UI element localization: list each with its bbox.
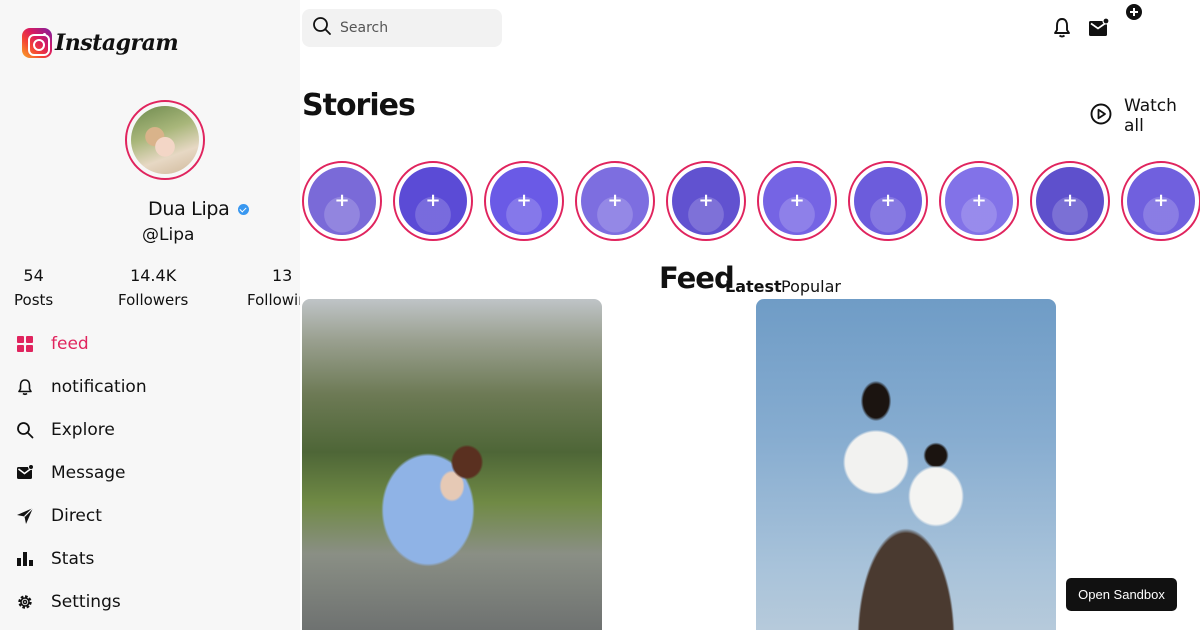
story-thumbnail: + — [672, 167, 740, 235]
story-thumbnail: + — [490, 167, 558, 235]
sidebar-item-label: notification — [51, 376, 147, 397]
stat-label: Posts — [14, 291, 54, 309]
instagram-icon — [22, 28, 52, 58]
search-bar[interactable] — [302, 9, 502, 47]
open-sandbox-button[interactable]: Open Sandbox — [1066, 578, 1177, 611]
profile-name: Dua Lipa — [148, 198, 230, 220]
profile-avatar[interactable] — [125, 100, 205, 180]
sidebar-item-explore[interactable]: Explore — [16, 408, 147, 451]
verified-badge-icon — [237, 203, 249, 215]
story-thumbnail: + — [308, 167, 376, 235]
search-input[interactable] — [340, 20, 490, 36]
mail-icon — [1088, 17, 1110, 43]
bell-icon — [16, 378, 34, 396]
bar-chart-icon — [16, 550, 34, 568]
story-thumbnail: + — [581, 167, 649, 235]
profile-name-row: Dua Lipa — [148, 198, 249, 220]
plus-circle-icon — [1125, 4, 1143, 25]
story-thumbnail: + — [1036, 167, 1104, 235]
sidebar-item-label: Explore — [51, 419, 115, 440]
add-story-icon: + — [516, 190, 532, 211]
story-item[interactable]: + — [302, 161, 382, 241]
sidebar-item-notification[interactable]: notification — [16, 365, 147, 408]
sidebar-item-label: Settings — [51, 591, 121, 612]
play-circle-icon — [1090, 103, 1112, 130]
story-item[interactable]: + — [939, 161, 1019, 241]
send-icon — [16, 507, 34, 525]
sidebar-item-label: Message — [51, 462, 126, 483]
story-thumbnail: + — [1127, 167, 1195, 235]
feed-title: Feed — [659, 261, 735, 295]
stat-label: Followers — [118, 291, 189, 309]
grid-icon — [16, 335, 34, 353]
sidebar-item-feed[interactable]: feed — [16, 322, 147, 365]
add-story-icon: + — [425, 190, 441, 211]
add-story-icon: + — [789, 190, 805, 211]
stories-title: Stories — [302, 88, 416, 123]
add-story-icon: + — [1062, 190, 1078, 211]
avatar-image — [131, 106, 199, 174]
search-icon — [312, 16, 332, 40]
watch-all-label: Watch all — [1124, 96, 1177, 136]
story-thumbnail: + — [945, 167, 1013, 235]
story-thumbnail: + — [763, 167, 831, 235]
story-item[interactable]: + — [484, 161, 564, 241]
bell-icon — [1052, 18, 1072, 43]
tab-popular[interactable]: Popular — [781, 277, 841, 296]
stories-row: + + + + + + + + + + — [302, 161, 1200, 241]
stat-value: 13 — [271, 266, 293, 285]
story-item[interactable]: + — [666, 161, 746, 241]
gear-icon — [16, 593, 34, 611]
sidebar-item-label: feed — [51, 333, 89, 354]
instagram-logo[interactable]: Instagram — [22, 28, 179, 58]
story-item[interactable]: + — [393, 161, 473, 241]
sidebar-item-label: Stats — [51, 548, 95, 569]
sidebar-item-direct[interactable]: Direct — [16, 494, 147, 537]
story-item[interactable]: + — [1030, 161, 1110, 241]
add-story-icon: + — [1153, 190, 1169, 211]
watch-all-button[interactable]: Watch all — [1090, 96, 1200, 136]
sidebar-item-more[interactable] — [16, 623, 147, 630]
document-icon — [16, 623, 34, 630]
stat-value: 54 — [23, 266, 44, 285]
add-story-icon: + — [607, 190, 623, 211]
logo-text: Instagram — [55, 30, 179, 56]
tab-latest[interactable]: Latest — [725, 277, 782, 296]
story-thumbnail: + — [399, 167, 467, 235]
add-story-icon: + — [334, 190, 350, 211]
feed-post[interactable] — [302, 299, 602, 630]
add-story-icon: + — [698, 190, 714, 211]
feed-post[interactable] — [756, 299, 1056, 630]
sidebar-item-settings[interactable]: Settings — [16, 580, 147, 623]
stat-label: Following — [247, 291, 300, 309]
create-post-button[interactable] — [1125, 3, 1143, 25]
sidebar-item-stats[interactable]: Stats — [16, 537, 147, 580]
stat-posts[interactable]: 54 Posts — [14, 266, 53, 309]
stat-following[interactable]: 13 Following — [247, 266, 300, 309]
search-icon — [16, 421, 34, 439]
sidebar: Instagram Dua Lipa @Lipa 54 Posts 14.4K … — [0, 0, 300, 630]
story-item[interactable]: + — [848, 161, 928, 241]
sidebar-item-message[interactable]: Message — [16, 451, 147, 494]
add-story-icon: + — [880, 190, 896, 211]
story-thumbnail: + — [854, 167, 922, 235]
notifications-button[interactable] — [1052, 17, 1072, 43]
sidebar-item-label: Direct — [51, 505, 102, 526]
mail-icon — [16, 463, 34, 482]
story-item[interactable]: + — [575, 161, 655, 241]
add-story-icon: + — [971, 190, 987, 211]
profile-handle: @Lipa — [142, 225, 195, 245]
story-item[interactable]: + — [757, 161, 837, 241]
stat-followers[interactable]: 14.4K Followers — [118, 266, 188, 309]
sidebar-nav: feed notification Explore Message Direct — [16, 322, 147, 630]
stat-value: 14.4K — [130, 266, 177, 285]
messages-button[interactable] — [1088, 17, 1110, 43]
story-item[interactable]: + — [1121, 161, 1200, 241]
